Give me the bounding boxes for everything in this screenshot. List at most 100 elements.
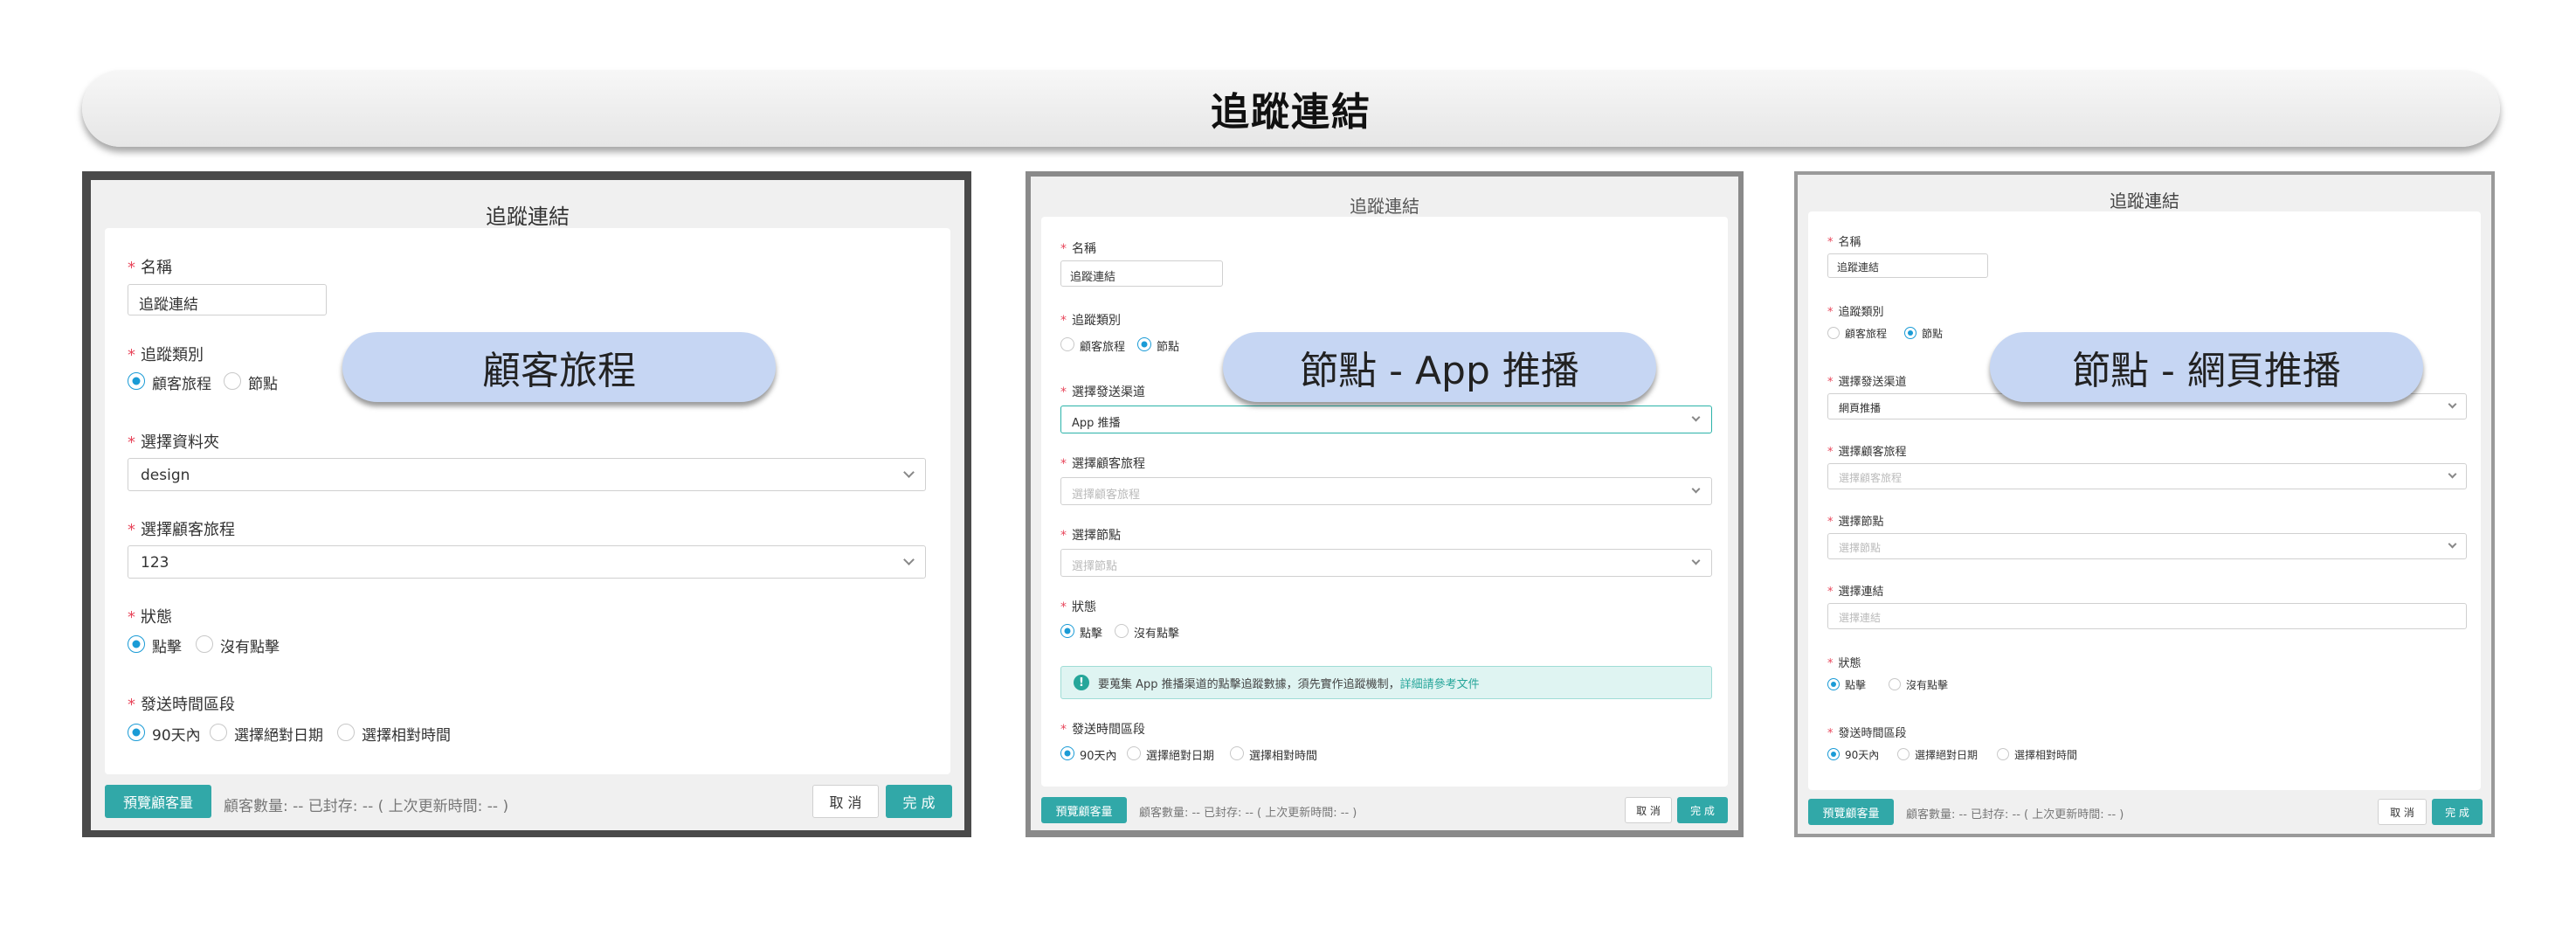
name-label: * 名稱 [1060, 242, 1096, 256]
cancel-button[interactable]: 取 消 [1625, 797, 1672, 823]
modal-title: 追蹤連結 [2110, 191, 2179, 211]
done-button[interactable]: 完 成 [886, 785, 952, 818]
journey-select[interactable]: 選擇顧客旅程 [1060, 477, 1712, 505]
info-icon: ! [1074, 675, 1089, 690]
panel-tag: 顧客旅程 [342, 332, 776, 402]
link-label: * 選擇連結 [1827, 586, 1884, 599]
modal: 追蹤連結 * 名稱 追蹤連結 * 追蹤類別 顧客旅程 節點 * 選擇發送渠道 App … [1031, 177, 1738, 830]
type-journey-radio[interactable] [128, 372, 145, 390]
type-node-label: 節點 [1157, 341, 1180, 354]
time-relative-radio[interactable] [1230, 746, 1244, 760]
time-absolute-label: 選擇絕對日期 [1915, 749, 1979, 761]
panel-node-web-push: 追蹤連結 * 名稱 追蹤連結 * 追蹤類別 顧客旅程 節點 * 選擇發送渠道 網頁推播… [1794, 171, 2495, 837]
docs-link[interactable]: 詳細請參考文件 [1400, 675, 1480, 691]
type-journey-radio[interactable] [1060, 337, 1074, 351]
preview-button[interactable]: 預覽顧客量 [1041, 797, 1127, 823]
cancel-button[interactable]: 取 消 [2378, 799, 2427, 825]
journey-label: * 選擇顧客旅程 [128, 521, 235, 539]
journey-select[interactable]: 選擇顧客旅程 [1827, 463, 2467, 489]
channel-label: * 選擇發送渠道 [1060, 385, 1145, 399]
footer-stats: 顧客數量: -- 已封存: -- ( 上次更新時間: -- ) [1139, 807, 1357, 820]
time-90-label: 90天內 [1080, 750, 1117, 763]
node-select[interactable]: 選擇節點 [1827, 533, 2467, 559]
done-button[interactable]: 完 成 [1677, 797, 1728, 823]
type-label: * 追蹤類別 [1827, 306, 1884, 319]
preview-button[interactable]: 預覽顧客量 [105, 785, 211, 818]
banner-title: 追蹤連結 [1211, 90, 1371, 135]
channel-label: * 選擇發送渠道 [1827, 376, 1907, 389]
panel-customer-journey: 追蹤連結 * 名稱 追蹤連結 * 追蹤類別 顧客旅程 節點 * 選擇資料夾 desig… [82, 171, 971, 837]
status-label: * 狀態 [1060, 600, 1096, 614]
node-select[interactable]: 選擇節點 [1060, 549, 1712, 577]
status-no-click-radio[interactable] [196, 635, 213, 653]
name-input[interactable]: 追蹤連結 [1060, 260, 1223, 287]
time-label: * 發送時間區段 [1060, 723, 1145, 737]
channel-select[interactable]: App 推播 [1060, 406, 1712, 433]
footer-stats: 顧客數量: -- 已封存: -- ( 上次更新時間: -- ) [224, 798, 509, 815]
time-absolute-radio[interactable] [210, 724, 227, 741]
time-absolute-radio[interactable] [1127, 746, 1141, 760]
footer-stats: 顧客數量: -- 已封存: -- ( 上次更新時間: -- ) [1906, 808, 2124, 822]
status-click-label: 點擊 [1845, 679, 1867, 691]
status-click-label: 點擊 [1080, 627, 1103, 641]
type-journey-radio[interactable] [1827, 327, 1840, 339]
cancel-button[interactable]: 取 消 [812, 785, 879, 818]
time-90-radio[interactable] [128, 724, 145, 741]
time-relative-radio[interactable] [1997, 748, 2009, 760]
type-journey-label: 顧客旅程 [1845, 328, 1888, 340]
status-click-radio[interactable] [1060, 624, 1074, 638]
journey-label: * 選擇顧客旅程 [1827, 446, 1907, 459]
time-90-radio[interactable] [1827, 748, 1840, 760]
name-input[interactable]: 追蹤連結 [128, 284, 327, 315]
notice-text: 要蒐集 App 推播渠道的點擊追蹤數據，須先實作追蹤機制， [1098, 677, 1400, 691]
status-no-click-radio[interactable] [1115, 624, 1129, 638]
type-node-radio[interactable] [224, 372, 241, 390]
type-node-radio[interactable] [1137, 337, 1151, 351]
panel-tag: 節點 - App 推播 [1223, 332, 1656, 402]
status-no-click-label: 沒有點擊 [220, 639, 280, 656]
time-absolute-label: 選擇絕對日期 [1146, 750, 1215, 763]
folder-label: * 選擇資料夾 [128, 433, 219, 452]
status-click-radio[interactable] [1827, 678, 1840, 690]
name-label: * 名稱 [1827, 236, 1861, 249]
type-node-label: 節點 [248, 376, 278, 393]
type-label: * 追蹤類別 [1060, 314, 1121, 328]
node-label: * 選擇節點 [1827, 516, 1884, 529]
folder-select[interactable]: design [128, 458, 926, 491]
time-relative-label: 選擇相對時間 [1249, 750, 1318, 763]
status-label: * 狀態 [1827, 657, 1861, 670]
modal: 追蹤連結 * 名稱 追蹤連結 * 追蹤類別 顧客旅程 節點 * 選擇發送渠道 網頁推播… [1798, 175, 2491, 834]
status-no-click-label: 沒有點擊 [1134, 627, 1180, 641]
node-label: * 選擇節點 [1060, 529, 1121, 543]
journey-select[interactable]: 123 [128, 545, 926, 579]
time-90-label: 90天內 [1845, 749, 1880, 761]
page: 追蹤連結 追蹤連結 * 名稱 追蹤連結 * 追蹤類別 顧客旅程 節點 * 選擇資料夾 … [0, 0, 2576, 929]
type-node-radio[interactable] [1904, 327, 1916, 339]
type-label: * 追蹤類別 [128, 346, 204, 364]
status-no-click-radio[interactable] [1889, 678, 1901, 690]
modal-title: 追蹤連結 [486, 205, 570, 229]
panel-tag: 節點 - 網頁推播 [1990, 332, 2423, 402]
time-90-label: 90天內 [152, 727, 201, 745]
panel-node-app-push: 追蹤連結 * 名稱 追蹤連結 * 追蹤類別 顧客旅程 節點 * 選擇發送渠道 App … [1026, 171, 1744, 837]
time-relative-label: 選擇相對時間 [362, 727, 451, 745]
modal-title: 追蹤連結 [1350, 196, 1419, 217]
status-click-radio[interactable] [128, 635, 145, 653]
time-absolute-label: 選擇絕對日期 [234, 727, 323, 745]
modal: 追蹤連結 * 名稱 追蹤連結 * 追蹤類別 顧客旅程 節點 * 選擇資料夾 desig… [91, 180, 964, 830]
time-absolute-radio[interactable] [1897, 748, 1910, 760]
preview-button[interactable]: 預覽顧客量 [1808, 799, 1894, 825]
link-input[interactable]: 選擇連結 [1827, 603, 2467, 629]
status-label: * 狀態 [128, 608, 172, 627]
journey-label: * 選擇顧客旅程 [1060, 457, 1145, 471]
status-click-label: 點擊 [152, 639, 182, 656]
title-banner: 追蹤連結 [82, 70, 2500, 147]
status-no-click-label: 沒有點擊 [1906, 679, 1949, 691]
time-label: * 發送時間區段 [128, 696, 235, 714]
time-90-radio[interactable] [1060, 746, 1074, 760]
name-input[interactable]: 追蹤連結 [1827, 253, 1988, 278]
time-relative-label: 選擇相對時間 [2014, 749, 2078, 761]
type-node-label: 節點 [1922, 328, 1944, 340]
time-relative-radio[interactable] [337, 724, 355, 741]
done-button[interactable]: 完 成 [2432, 799, 2483, 825]
